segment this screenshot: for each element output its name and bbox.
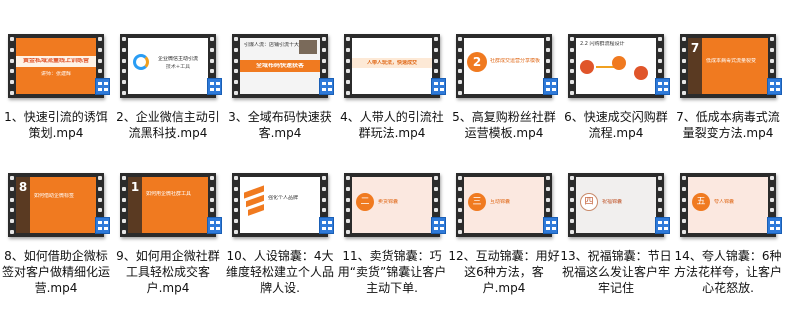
- video-file-icon: [543, 78, 558, 95]
- video-thumbnail: 二 卖货锦囊: [344, 173, 440, 237]
- video-thumbnail: 五 夸人锦囊: [680, 173, 776, 237]
- thumb-title: 全域布码快速获客: [255, 63, 304, 69]
- thumb-title: 人带人玩法，快速成交: [366, 60, 417, 66]
- file-item[interactable]: 1 如何用企微社群工具 9、如何用企微社群工具轻松成交客户.mp4: [112, 155, 224, 305]
- video-thumbnail: 8 如何借助企微标签: [8, 173, 104, 237]
- section-number: 四: [580, 193, 598, 211]
- video-file-icon: [543, 217, 558, 234]
- thumb-subtitle: 如何用企微社群工具: [146, 191, 192, 197]
- video-file-icon: [319, 78, 334, 95]
- thumb-subtitle: 如何借助企微标签: [34, 193, 75, 199]
- video-file-icon: [207, 78, 222, 95]
- video-thumbnail: 引爆人流：店铺引流十大方法 全域布码快速获客: [232, 34, 328, 98]
- video-file-icon: [655, 217, 670, 234]
- video-thumbnail: 2 社群成交运营分享模板: [456, 34, 552, 98]
- file-name: 5、高复购粉丝社群运营模板.mp4: [452, 110, 556, 140]
- file-item[interactable]: 人带人玩法，快速成交 4、人带人的引流社群玩法.mp4: [336, 16, 448, 166]
- file-item[interactable]: 7 低成本病毒式流量裂变 7、低成本病毒式流量裂变方法.mp4: [672, 16, 784, 166]
- thumb-title: 企业微信主动引流: [157, 56, 198, 62]
- video-file-icon: [207, 217, 222, 234]
- file-grid: 黄金私域流量线上训练营 讲师：张建辉 1、快速引流的诱饵策划.mp4 企业微信主…: [0, 0, 790, 321]
- section-number: 二: [356, 193, 374, 211]
- video-thumbnail: 企业微信主动引流 技术+工具: [120, 34, 216, 98]
- video-file-icon: [767, 217, 782, 234]
- section-number: 1: [128, 177, 142, 233]
- file-item[interactable]: 企业微信主动引流 技术+工具 2、企业微信主动引流黑科技.mp4: [112, 16, 224, 166]
- thumb-subtitle: 卖货锦囊: [378, 199, 399, 205]
- file-name: 10、人设锦囊：4大维度轻松建立个人品牌人设.: [225, 249, 334, 295]
- file-item[interactable]: 强化个人品牌 10、人设锦囊：4大维度轻松建立个人品牌人设.: [224, 155, 336, 305]
- video-file-icon: [95, 217, 110, 234]
- thumb-subtitle: 低成本病毒式流量裂变: [706, 58, 757, 64]
- file-name: 8、如何借助企微标签对客户做精细化运营.mp4: [1, 249, 110, 295]
- thumb-title: 2.2 闪购群流程设计: [580, 41, 625, 47]
- file-name: 13、祝福锦囊：节日祝福这么发让客户牢牢记住: [560, 249, 672, 295]
- thumb-subtitle: 互动锦囊: [490, 199, 511, 205]
- section-number: 7: [688, 38, 702, 94]
- file-name: 14、夸人锦囊：6种方法花样夸，让客户心花怒放.: [673, 249, 782, 295]
- file-item[interactable]: 三 互动锦囊 12、互动锦囊：用好这6种方法，客户.mp4: [448, 155, 560, 305]
- file-name: 1、快速引流的诱饵策划.mp4: [4, 110, 108, 140]
- thumb-subtitle: 夸人锦囊: [714, 199, 735, 205]
- video-thumbnail: 黄金私域流量线上训练营 讲师：张建辉: [8, 34, 104, 98]
- section-number: 8: [16, 177, 30, 233]
- file-name: 6、快速成交闪购群流程.mp4: [564, 110, 668, 140]
- file-item[interactable]: 五 夸人锦囊 14、夸人锦囊：6种方法花样夸，让客户心花怒放.: [672, 155, 784, 305]
- file-item[interactable]: 四 祝福锦囊 13、祝福锦囊：节日祝福这么发让客户牢牢记住: [560, 155, 672, 305]
- video-file-icon: [767, 78, 782, 95]
- file-item[interactable]: 二 卖货锦囊 11、卖货锦囊：巧用“卖货”锦囊让客户主动下单.: [336, 155, 448, 305]
- video-file-icon: [431, 217, 446, 234]
- logo-icon: [133, 54, 149, 70]
- file-name: 9、如何用企微社群工具轻松成交客户.mp4: [116, 249, 220, 295]
- file-item[interactable]: 2.2 闪购群流程设计 6、快速成交闪购群流程.mp4: [560, 16, 672, 166]
- video-file-icon: [431, 78, 446, 95]
- wing-logo-icon: [244, 185, 264, 219]
- section-number: 三: [468, 193, 486, 211]
- video-file-icon: [655, 78, 670, 95]
- file-name: 2、企业微信主动引流黑科技.mp4: [116, 110, 220, 140]
- video-file-icon: [95, 78, 110, 95]
- thumb-subtitle: 讲师：张建辉: [40, 71, 71, 77]
- section-number: 2: [467, 52, 487, 72]
- file-name: 7、低成本病毒式流量裂变方法.mp4: [676, 110, 780, 140]
- thumb-subtitle: 技术+工具: [165, 64, 191, 70]
- video-thumbnail: 三 互动锦囊: [456, 173, 552, 237]
- section-number: 五: [692, 193, 710, 211]
- file-name: 11、卖货锦囊：巧用“卖货”锦囊让客户主动下单.: [337, 249, 447, 295]
- thumb-title: 强化个人品牌: [268, 195, 299, 201]
- video-file-icon: [319, 217, 334, 234]
- file-item[interactable]: 2 社群成交运营分享模板 5、高复购粉丝社群运营模板.mp4: [448, 16, 560, 166]
- video-thumbnail: 四 祝福锦囊: [568, 173, 664, 237]
- file-name: 4、人带人的引流社群玩法.mp4: [340, 110, 444, 140]
- file-item[interactable]: 引爆人流：店铺引流十大方法 全域布码快速获客 3、全域布码快速获客.mp4: [224, 16, 336, 166]
- thumb-subtitle: 祝福锦囊: [602, 199, 623, 205]
- thumb-title: 黄金私域流量线上训练营: [22, 58, 89, 64]
- thumb-subtitle: 社群成交运营分享模板: [490, 58, 540, 64]
- file-item[interactable]: 8 如何借助企微标签 8、如何借助企微标签对客户做精细化运营.mp4: [0, 155, 112, 305]
- video-thumbnail: 人带人玩法，快速成交: [344, 34, 440, 98]
- video-thumbnail: 2.2 闪购群流程设计: [568, 34, 664, 98]
- file-item[interactable]: 黄金私域流量线上训练营 讲师：张建辉 1、快速引流的诱饵策划.mp4: [0, 16, 112, 166]
- file-name: 3、全域布码快速获客.mp4: [228, 110, 332, 140]
- video-thumbnail: 1 如何用企微社群工具: [120, 173, 216, 237]
- file-name: 12、互动锦囊：用好这6种方法，客户.mp4: [448, 249, 560, 295]
- video-thumbnail: 强化个人品牌: [232, 173, 328, 237]
- video-thumbnail: 7 低成本病毒式流量裂变: [680, 34, 776, 98]
